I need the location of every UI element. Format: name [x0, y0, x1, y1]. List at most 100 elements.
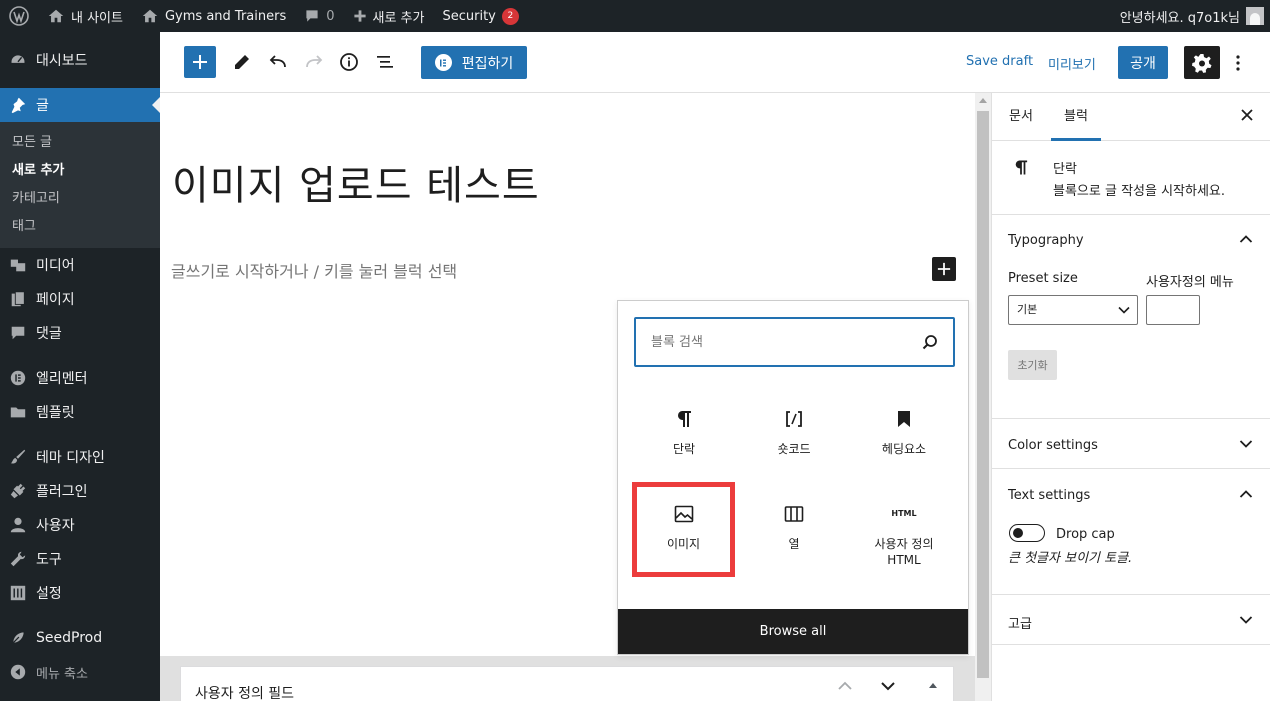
- sidebar-item-seedprod[interactable]: SeedProd: [0, 621, 160, 655]
- sidebar-item-label: 템플릿: [36, 405, 75, 421]
- triangle-up-icon: [929, 683, 937, 688]
- chevron-up-icon[interactable]: [1239, 234, 1253, 244]
- list-view-icon: [377, 56, 393, 68]
- sidebar-item-plugins[interactable]: 플러그인: [0, 474, 160, 508]
- custom-size-input[interactable]: [1146, 295, 1200, 325]
- sidebar-item-label: 글: [36, 98, 49, 114]
- details-button[interactable]: [333, 46, 365, 78]
- submenu-categories[interactable]: 카테고리: [0, 185, 160, 213]
- elementor-icon: [10, 370, 26, 386]
- block-card-description: 블록으로 글 작성을 시작하세요.: [1053, 184, 1226, 199]
- move-down-button[interactable]: [880, 681, 896, 691]
- block-item-custom-html[interactable]: HTML 사용자 정의 HTML: [849, 488, 959, 583]
- sidebar-item-pages[interactable]: 페이지: [0, 282, 160, 316]
- sidebar-item-tools[interactable]: 도구: [0, 542, 160, 576]
- block-item-heading[interactable]: 헤딩요소: [849, 393, 959, 488]
- shortcode-icon: [782, 407, 806, 431]
- block-item-image[interactable]: 이미지: [632, 482, 735, 577]
- wordpress-icon: [9, 6, 29, 26]
- preset-size-select[interactable]: 기본: [1008, 295, 1138, 325]
- sidebar-item-settings[interactable]: 설정: [0, 576, 160, 610]
- scroll-up-arrow[interactable]: [979, 98, 987, 103]
- advanced-toggle[interactable]: 고급: [1008, 613, 1032, 632]
- save-draft-button[interactable]: Save draft: [966, 54, 1033, 69]
- sidebar-item-label: 플러그인: [36, 484, 88, 500]
- list-view-button[interactable]: [369, 46, 401, 78]
- settings-toggle-button[interactable]: [1184, 46, 1220, 79]
- chevron-up-icon: [838, 681, 852, 690]
- new-content-link[interactable]: 새로 추가: [344, 0, 434, 32]
- site2-link[interactable]: Gyms and Trainers: [132, 0, 295, 32]
- block-inserter-popover: 단락 숏코드 헤딩요소 이미지 열 HTML: [617, 300, 969, 655]
- collapse-menu-button[interactable]: 메뉴 축소: [0, 655, 160, 689]
- admin-bar: 내 사이트 Gyms and Trainers 0 새로 추가 Security…: [0, 0, 1270, 32]
- wp-logo-button[interactable]: [0, 0, 38, 32]
- security-count-badge: 2: [501, 7, 519, 25]
- sidebar-item-label: 설정: [36, 586, 62, 602]
- submenu-all-posts[interactable]: 모든 글: [0, 129, 160, 157]
- my-account-link[interactable]: 안녕하세요. q7o1k님: [1120, 7, 1270, 26]
- sidebar-item-elementor[interactable]: 엘리멘터: [0, 361, 160, 395]
- chevron-down-icon[interactable]: [1239, 615, 1253, 625]
- redo-button[interactable]: [298, 46, 330, 78]
- submenu-add-new[interactable]: 새로 추가: [0, 157, 160, 185]
- tab-document[interactable]: 문서: [1009, 93, 1033, 141]
- home-icon: [48, 9, 64, 23]
- inline-inserter-button[interactable]: [932, 257, 956, 281]
- sidebar-item-users[interactable]: 사용자: [0, 508, 160, 542]
- brush-icon: [10, 449, 26, 464]
- tab-block[interactable]: 블럭: [1051, 93, 1101, 141]
- scrollbar-thumb[interactable]: [977, 111, 989, 678]
- block-search-box[interactable]: [634, 317, 955, 367]
- typography-panel-toggle[interactable]: Typography: [1008, 233, 1084, 248]
- sidebar-item-posts[interactable]: 글: [0, 88, 160, 122]
- preview-button[interactable]: 미리보기: [1048, 54, 1096, 73]
- html-icon: HTML: [891, 509, 917, 518]
- close-settings-button[interactable]: [1241, 109, 1253, 121]
- block-inserter-toggle[interactable]: [184, 46, 216, 78]
- site-name-link[interactable]: 내 사이트: [38, 0, 132, 32]
- text-settings-toggle[interactable]: Text settings: [1008, 488, 1090, 503]
- sidebar-item-theme-design[interactable]: 테마 디자인: [0, 440, 160, 474]
- comments-icon: [11, 326, 25, 340]
- chevron-down-icon[interactable]: [1239, 439, 1253, 449]
- sidebar-item-label: 페이지: [36, 292, 75, 308]
- block-card-title: 단락: [1053, 162, 1077, 177]
- close-icon: [1241, 109, 1253, 121]
- browse-all-button[interactable]: Browse all: [618, 609, 968, 654]
- block-item-paragraph[interactable]: 단락: [629, 393, 739, 488]
- sidebar-item-comments[interactable]: 댓글: [0, 316, 160, 350]
- sidebar-item-media[interactable]: 미디어: [0, 248, 160, 282]
- toggle-knob: [1013, 528, 1023, 538]
- block-item-columns[interactable]: 열: [739, 488, 849, 583]
- reset-button[interactable]: 초기화: [1008, 350, 1057, 380]
- publish-button[interactable]: 공개: [1118, 46, 1168, 79]
- plus-icon: [193, 55, 207, 69]
- block-item-label: 열: [788, 537, 800, 551]
- media-icon: [10, 259, 26, 272]
- chevron-up-icon[interactable]: [1239, 489, 1253, 499]
- options-menu-button[interactable]: [1230, 46, 1246, 79]
- block-item-shortcode[interactable]: 숏코드: [739, 393, 849, 488]
- sidebar-item-templates[interactable]: 템플릿: [0, 395, 160, 429]
- block-card: 단락 블록으로 글 작성을 시작하세요.: [992, 141, 1270, 215]
- sidebar-item-dashboard[interactable]: 대시보드: [0, 43, 160, 77]
- collapse-icon: [10, 664, 26, 680]
- block-search-input[interactable]: [636, 319, 906, 365]
- move-up-button[interactable]: [837, 681, 853, 691]
- canvas-scrollbar[interactable]: [975, 93, 991, 701]
- settings-sidebar: 문서 블럭 단락 블록으로 글 작성을 시작하세요. Typography Pr…: [991, 93, 1270, 701]
- image-icon: [672, 502, 696, 526]
- paragraph-placeholder[interactable]: 글쓰기로 시작하거나 / 키를 눌러 블럭 선택: [171, 258, 457, 282]
- tools-button[interactable]: [226, 46, 258, 78]
- toggle-panel-button[interactable]: [928, 681, 938, 691]
- edit-with-elementor-button[interactable]: 편집하기: [421, 46, 527, 79]
- drop-cap-toggle[interactable]: [1009, 524, 1045, 542]
- comments-link[interactable]: 0: [295, 0, 343, 32]
- post-title[interactable]: 이미지 업로드 테스트: [172, 153, 540, 211]
- undo-button[interactable]: [262, 46, 294, 78]
- submenu-tags[interactable]: 태그: [0, 213, 160, 241]
- undo-icon: [269, 55, 286, 68]
- color-settings-toggle[interactable]: Color settings: [1008, 438, 1098, 453]
- security-link[interactable]: Security 2: [433, 0, 527, 32]
